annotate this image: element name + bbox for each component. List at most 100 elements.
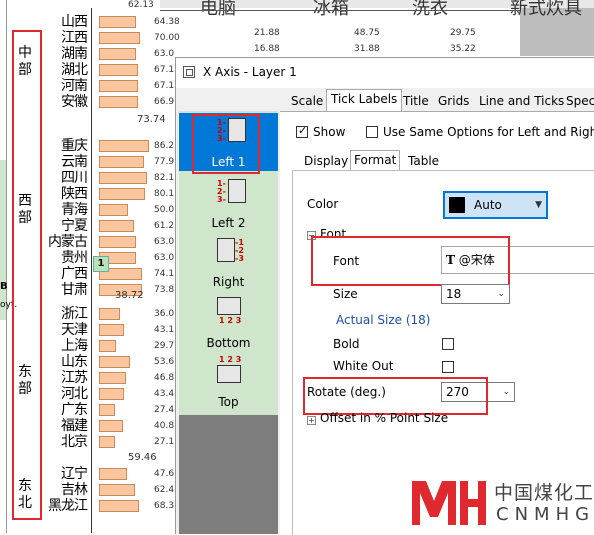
font-highlight-box	[311, 236, 510, 286]
province-bar	[99, 48, 136, 60]
region-highlight-box	[12, 30, 42, 520]
province-label: 贵州	[61, 250, 88, 266]
top-axis-icon	[217, 365, 241, 383]
province-bar	[99, 340, 116, 352]
province-label: 内蒙古	[48, 234, 88, 250]
province-label: 河南	[61, 78, 88, 94]
tab-line-and-ticks[interactable]: Line and Ticks	[475, 92, 568, 111]
province-bar	[99, 220, 134, 232]
region-value: 38.72	[115, 290, 144, 301]
province-bar	[99, 436, 115, 448]
province-label: 辽宁	[61, 466, 88, 482]
province-bar	[99, 420, 123, 432]
province-value: 82.1	[154, 173, 175, 183]
tick-glyph: 1- 2- 3-	[217, 179, 226, 204]
tab-tick-labels[interactable]: Tick Labels	[326, 89, 403, 112]
province-bar	[99, 188, 145, 200]
province-value: 61.2	[154, 221, 175, 231]
province-label: 江西	[61, 30, 88, 46]
province-label: 云南	[61, 154, 88, 170]
province-value: 68.3	[154, 501, 175, 511]
axis-item-left-2[interactable]: 1- 2- 3- Left 2	[179, 174, 278, 232]
province-label: 天津	[61, 322, 88, 338]
province-bar	[99, 388, 124, 400]
tab-title[interactable]: Title	[399, 92, 433, 111]
province-label: 陕西	[61, 186, 88, 202]
axis-item-bottom[interactable]: 1 2 3 Bottom	[179, 294, 278, 352]
cnmhg-logo-icon	[412, 481, 486, 525]
province-value: 27.1	[154, 437, 175, 447]
bold-checkbox[interactable]	[442, 338, 454, 350]
axis-item-label: Bottom	[206, 336, 251, 350]
province-bar	[99, 140, 149, 152]
province-label: 重庆	[61, 138, 88, 154]
province-value: 36.0	[154, 309, 175, 319]
same-options-checkbox[interactable]	[366, 126, 378, 138]
province-bar	[99, 324, 124, 336]
tab-scale[interactable]: Scale	[287, 92, 327, 111]
table-cell: 35.22	[450, 44, 476, 54]
province-label: 青海	[61, 202, 88, 218]
tab-grids[interactable]: Grids	[434, 92, 473, 111]
white-out-checkbox[interactable]	[442, 361, 454, 373]
province-bar	[99, 484, 135, 496]
actual-size-label: Actual Size (18)	[336, 313, 431, 327]
province-label: 北京	[61, 434, 88, 450]
axis-item-right[interactable]: -1 -2 -3 Right	[179, 233, 278, 291]
expand-icon[interactable]: +	[307, 416, 316, 425]
province-bar	[99, 32, 140, 44]
province-bar	[99, 80, 138, 92]
color-value: Auto	[474, 198, 502, 212]
province-bar	[99, 500, 139, 512]
white-out-label: White Out	[333, 359, 394, 373]
table-cell: 31.88	[354, 44, 380, 54]
watermark: 中国煤化工 CNMHG	[408, 472, 594, 533]
size-value: 18	[446, 287, 462, 301]
province-value: 67.1	[154, 65, 175, 75]
province-bar	[99, 64, 138, 76]
badge-text: 1	[97, 258, 105, 269]
subtab-format[interactable]: Format	[350, 150, 401, 171]
province-label: 浙江	[61, 306, 88, 322]
size-dropdown[interactable]: 18 ⌄	[441, 284, 510, 304]
bottom-axis-icon	[217, 297, 241, 315]
province-value: 77.9	[154, 157, 175, 167]
color-dropdown[interactable]: Auto ▼	[443, 191, 548, 219]
province-value: 73.8	[154, 285, 175, 295]
chevron-down-icon: ▼	[535, 200, 542, 210]
tick-glyph: -1 -2 -3	[235, 238, 244, 263]
province-label: 福建	[61, 418, 88, 434]
province-value: 46.8	[154, 373, 175, 383]
table-cell: 48.75	[354, 28, 380, 38]
province-label: 山西	[61, 14, 88, 30]
province-value: 70.00	[154, 33, 180, 43]
province-value: 47.6	[154, 469, 175, 479]
chart-axis-line	[91, 8, 92, 533]
dialog-titlebar[interactable]: X Axis - Layer 1	[176, 58, 594, 88]
table-cell: 29.75	[450, 28, 476, 38]
province-bar	[99, 16, 136, 28]
axis-list-pane: 1- 2- 3- Left 1 1- 2- 3- Left 2 -1 -2 -3 Right…	[179, 111, 278, 534]
province-bar	[99, 404, 115, 416]
dialog-title: X Axis - Layer 1	[203, 65, 297, 79]
tab-special[interactable]: Speci	[562, 92, 594, 111]
subtab-table[interactable]: Table	[408, 152, 439, 170]
left-axis-icon	[228, 179, 246, 203]
show-checkbox[interactable]: ✓	[296, 124, 308, 138]
chevron-down-icon: ⌄	[497, 289, 505, 299]
axis-item-top[interactable]: 1 2 3 Top	[179, 353, 278, 411]
subtab-display[interactable]: Display	[304, 152, 348, 170]
column-header: 新式炊具	[510, 0, 582, 19]
province-bar	[99, 468, 127, 480]
app-icon	[183, 66, 195, 78]
right-axis-icon	[217, 238, 235, 262]
province-value: 63.0	[154, 253, 175, 263]
watermark-en: CNMHG	[496, 504, 594, 525]
bold-label: Bold	[333, 337, 360, 351]
axis-item-label: Right	[212, 275, 245, 289]
province-value: 63.0	[154, 49, 175, 59]
same-options-label: Use Same Options for Left and Right	[383, 125, 594, 139]
province-value: 27.4	[154, 405, 175, 415]
axis-list-empty	[179, 415, 278, 534]
province-label: 山东	[61, 354, 88, 370]
